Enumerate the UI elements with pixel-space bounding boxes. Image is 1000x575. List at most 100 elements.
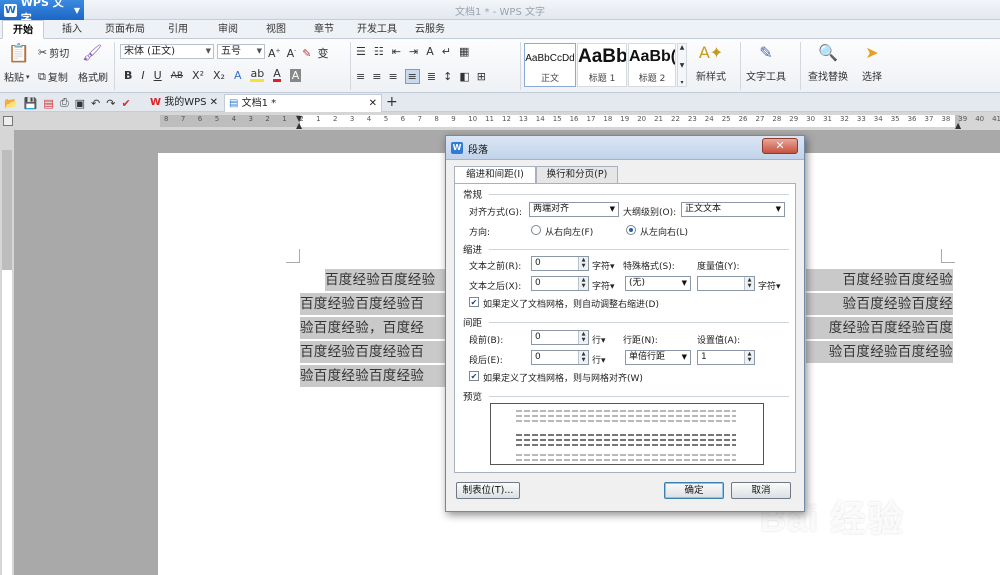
- border-icon[interactable]: ⊞: [477, 70, 486, 83]
- align-center-icon[interactable]: ≡: [372, 70, 381, 83]
- phonetic-icon[interactable]: 变: [317, 45, 328, 61]
- tab-stops-button[interactable]: 制表位(T)...: [456, 482, 520, 499]
- tab-line-page-breaks[interactable]: 换行和分页(P): [536, 166, 618, 183]
- select-button[interactable]: ➤ 选择: [862, 43, 882, 83]
- superscript-icon[interactable]: X²: [192, 69, 204, 82]
- paste-label-button[interactable]: 粘贴 ▾: [4, 69, 30, 85]
- horizontal-ruler[interactable]: 8 7 6 5 4 3 2 1 2 1 2 3 4 5 6 7 8 9 10 11 12 13 14 15 16 17 18 19 20…: [0, 112, 1000, 130]
- alignment-select[interactable]: 两端对齐 ▼: [529, 202, 619, 217]
- space-after-input[interactable]: 0 ▲ ▼: [531, 350, 589, 365]
- format-painter-button[interactable]: 🖌: [82, 43, 102, 62]
- spinner-icon[interactable]: ▲ ▼: [578, 257, 588, 270]
- text-effect-icon[interactable]: A: [234, 69, 242, 82]
- font-size-select[interactable]: 五号 ▼: [217, 44, 265, 59]
- vertical-ruler[interactable]: [0, 130, 14, 575]
- close-icon[interactable]: ✕: [369, 95, 377, 112]
- justify-icon[interactable]: ≡: [404, 69, 420, 84]
- measure-input[interactable]: ▲ ▼: [697, 276, 755, 291]
- ok-button[interactable]: 确定: [664, 482, 724, 499]
- left-indent-marker[interactable]: ▲: [296, 121, 302, 130]
- shrink-font-icon[interactable]: A-: [287, 47, 297, 60]
- copy-button[interactable]: ⧉ 复制: [38, 69, 68, 85]
- increase-indent-icon[interactable]: ⇥: [409, 45, 418, 58]
- save-icon[interactable]: 💾: [24, 97, 38, 110]
- space-after-unit[interactable]: 行▾: [592, 353, 606, 366]
- tab-type-selector[interactable]: [3, 116, 13, 126]
- tab-developer[interactable]: 开发工具: [352, 20, 402, 39]
- highlight-icon[interactable]: ab: [250, 68, 265, 82]
- spinner-icon[interactable]: ▲ ▼: [578, 331, 588, 344]
- cut-button[interactable]: ✂ 剪切: [38, 45, 69, 60]
- indent-after-input[interactable]: 0 ▲ ▼: [531, 276, 589, 291]
- tab-insert[interactable]: 插入: [52, 20, 92, 39]
- new-tab-button[interactable]: +: [386, 94, 398, 110]
- tab-references[interactable]: 引用: [158, 20, 198, 39]
- outline-level-select[interactable]: 正文文本 ▼: [681, 202, 785, 217]
- spinner-icon[interactable]: ▲ ▼: [578, 277, 588, 290]
- auto-indent-checkbox[interactable]: ✔: [469, 297, 479, 307]
- open-folder-icon[interactable]: 📂: [4, 97, 18, 110]
- setting-input[interactable]: 1 ▲ ▼: [697, 350, 755, 365]
- tab-document-1[interactable]: ▤ 文档1 * ✕: [224, 94, 382, 112]
- tab-view[interactable]: 视图: [256, 20, 296, 39]
- bullets-icon[interactable]: ☰: [356, 45, 366, 58]
- styles-scroll[interactable]: ▲ ▼ ▾: [677, 43, 687, 87]
- tab-cloud[interactable]: 云服务: [408, 20, 452, 39]
- indent-before-input[interactable]: 0 ▲ ▼: [531, 256, 589, 271]
- pdf-icon[interactable]: ▤: [43, 97, 53, 110]
- paste-button[interactable]: 📋: [6, 43, 32, 64]
- spinner-icon[interactable]: ▲ ▼: [578, 351, 588, 364]
- tab-page-layout[interactable]: 页面布局: [100, 20, 150, 39]
- decrease-indent-icon[interactable]: ⇤: [392, 45, 401, 58]
- redo-icon[interactable]: ↷: [106, 97, 115, 110]
- font-name-select[interactable]: 宋体 (正文) ▼: [120, 44, 214, 59]
- tab-my-wps[interactable]: W 我的WPS ✕: [146, 94, 222, 112]
- right-indent-marker[interactable]: ▲: [955, 121, 961, 130]
- undo-icon[interactable]: ↶: [91, 97, 100, 110]
- chinese-layout-icon[interactable]: A: [426, 45, 434, 58]
- italic-icon[interactable]: I: [141, 69, 144, 82]
- subscript-icon[interactable]: X₂: [213, 69, 225, 82]
- text-tools-button[interactable]: ✎ 文字工具: [746, 43, 786, 83]
- radio-rtl[interactable]: [531, 225, 541, 235]
- style-heading-2[interactable]: AaBb( 标题 2: [628, 43, 676, 87]
- dialog-title-bar[interactable]: W 段落 ✕: [446, 136, 804, 160]
- clear-format-icon[interactable]: ✎: [302, 47, 311, 60]
- tab-indent-spacing[interactable]: 缩进和间距(I): [454, 166, 536, 184]
- spinner-icon[interactable]: ▲ ▼: [744, 351, 754, 364]
- cancel-button[interactable]: 取消: [731, 482, 791, 499]
- line-spacing-select[interactable]: 单倍行距 ▼: [625, 350, 691, 365]
- char-shading-icon[interactable]: A: [289, 69, 302, 82]
- distribute-icon[interactable]: ≣: [427, 70, 436, 83]
- line-spacing-icon[interactable]: ↕: [443, 70, 452, 83]
- align-left-icon[interactable]: ≡: [356, 70, 365, 83]
- style-heading-1[interactable]: AaBb 标题 1: [577, 43, 627, 87]
- numbering-icon[interactable]: ☷: [374, 45, 384, 58]
- close-icon[interactable]: ✕: [210, 94, 218, 111]
- print-icon[interactable]: ⎙: [60, 96, 69, 110]
- underline-icon[interactable]: U: [154, 69, 162, 82]
- space-before-unit[interactable]: 行▾: [592, 333, 606, 346]
- close-button[interactable]: ✕: [762, 138, 798, 154]
- spinner-icon[interactable]: ▲ ▼: [744, 277, 754, 290]
- pin-icon[interactable]: ✔: [121, 97, 130, 110]
- find-replace-button[interactable]: 🔍 查找替换: [808, 43, 848, 83]
- show-marks-icon[interactable]: ↵: [442, 45, 451, 58]
- table-icon[interactable]: ▦: [459, 45, 469, 58]
- align-right-icon[interactable]: ≡: [388, 70, 397, 83]
- indent-after-unit[interactable]: 字符▾: [592, 279, 615, 292]
- indent-before-unit[interactable]: 字符▾: [592, 259, 615, 272]
- measure-unit[interactable]: 字符▾: [758, 279, 781, 292]
- snap-grid-checkbox[interactable]: ✔: [469, 371, 479, 381]
- tab-home[interactable]: 开始: [2, 20, 44, 39]
- tab-review[interactable]: 审阅: [208, 20, 248, 39]
- shading-icon[interactable]: ◧: [459, 70, 469, 83]
- style-normal[interactable]: AaBbCcDd 正文: [524, 43, 576, 87]
- font-color-icon[interactable]: A: [273, 68, 281, 82]
- tab-section[interactable]: 章节: [304, 20, 344, 39]
- print-preview-icon[interactable]: ▣: [75, 97, 85, 110]
- new-style-button[interactable]: A✦ 新样式: [696, 43, 726, 83]
- radio-ltr[interactable]: [626, 225, 636, 235]
- bold-icon[interactable]: B: [124, 69, 132, 82]
- special-format-select[interactable]: (无) ▼: [625, 276, 691, 291]
